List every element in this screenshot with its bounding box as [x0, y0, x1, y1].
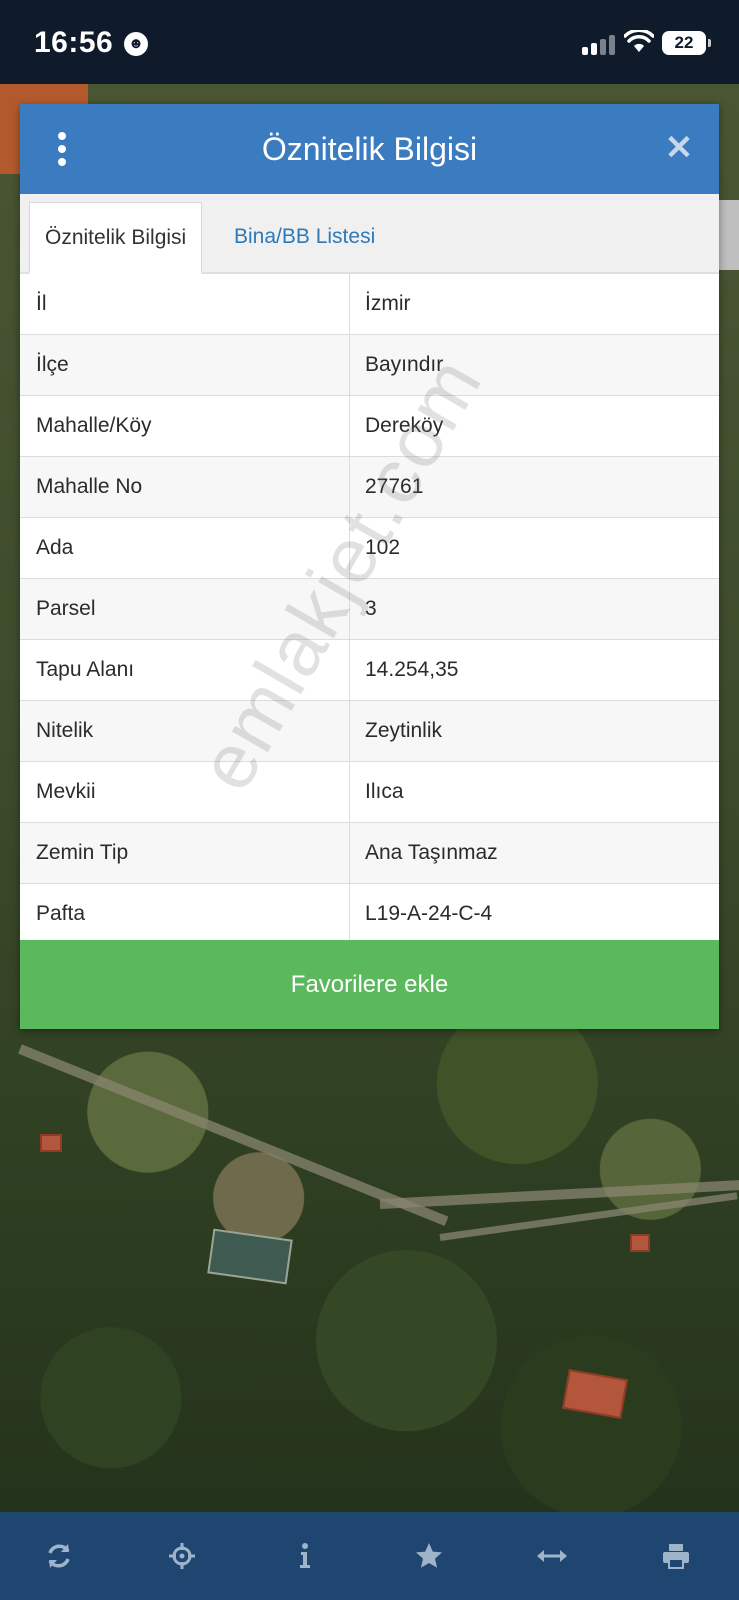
star-icon[interactable] — [407, 1534, 451, 1578]
table-row: İl İzmir — [20, 274, 719, 335]
row-label: Mahalle No — [36, 475, 143, 498]
close-icon[interactable]: ✕ — [661, 130, 697, 166]
add-to-favorites-button[interactable]: Favorilere ekle — [20, 940, 719, 1029]
refresh-icon[interactable] — [37, 1534, 81, 1578]
row-value: Ana Taşınmaz — [365, 841, 498, 864]
status-bar: 16:56 ☻ 22 — [0, 0, 739, 84]
battery-icon: 22 — [662, 31, 711, 55]
tab-building-list[interactable]: Bina/BB Listesi — [219, 202, 390, 274]
print-icon[interactable] — [654, 1534, 698, 1578]
dialog-title: Öznitelik Bilgisi — [261, 131, 478, 167]
row-value: L19-A-24-C-4 — [365, 902, 493, 925]
row-value: 14.254,35 — [365, 658, 459, 681]
row-label: Zemin Tip — [36, 841, 129, 864]
bottom-toolbar — [0, 1512, 739, 1600]
tab-bar: Öznitelik Bilgisi Bina/BB Listesi — [20, 194, 719, 274]
focus-mode-icon: ☻ — [124, 32, 148, 56]
table-row: Mevkii Ilıca — [20, 762, 719, 823]
measure-icon[interactable] — [530, 1534, 574, 1578]
wifi-icon — [624, 30, 654, 52]
table-row: Nitelik Zeytinlik — [20, 701, 719, 762]
map-building — [561, 1369, 629, 1419]
info-icon[interactable] — [283, 1534, 327, 1578]
row-label: İlçe — [36, 353, 69, 376]
row-label: Nitelik — [36, 719, 94, 742]
row-label: Ada — [36, 536, 74, 559]
row-label: Tapu Alanı — [36, 658, 135, 681]
row-value: İzmir — [365, 292, 411, 315]
map-building — [40, 1134, 62, 1152]
row-label: Mahalle/Köy — [36, 414, 152, 437]
row-value: Ilıca — [365, 780, 404, 803]
row-label: Parsel — [36, 597, 96, 620]
locate-icon[interactable] — [160, 1534, 204, 1578]
dialog-header: Öznitelik Bilgisi ✕ — [20, 104, 719, 194]
table-row: Tapu Alanı 14.254,35 — [20, 640, 719, 701]
kebab-menu-icon[interactable] — [50, 132, 74, 166]
map-court — [207, 1228, 293, 1285]
row-label: İl — [36, 292, 47, 315]
cellular-signal-icon — [582, 33, 616, 55]
table-row: Zemin Tip Ana Taşınmaz — [20, 823, 719, 884]
row-label: Mevkii — [36, 780, 96, 803]
row-value: Zeytinlik — [365, 719, 443, 742]
row-label: Pafta — [36, 902, 86, 925]
map-scroll-handle[interactable] — [719, 200, 739, 270]
status-time: 16:56 — [34, 26, 114, 59]
table-row: İlçe Bayındır — [20, 335, 719, 396]
table-row: Pafta L19-A-24-C-4 — [20, 884, 719, 945]
tab-attribute-info[interactable]: Öznitelik Bilgisi — [29, 202, 203, 274]
map-building — [630, 1234, 650, 1252]
